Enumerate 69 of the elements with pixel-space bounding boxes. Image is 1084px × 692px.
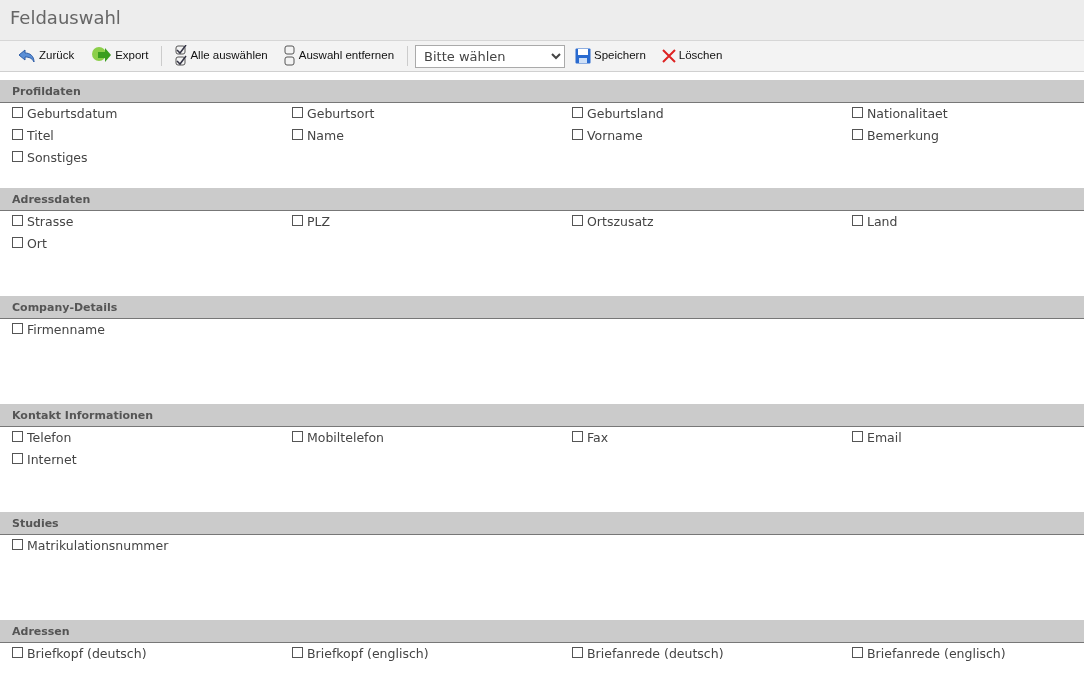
toolbar-button[interactable]: Zurück: [12, 45, 81, 67]
field-label: Geburtsort: [307, 104, 375, 123]
field-label: Geburtsdatum: [27, 104, 118, 123]
field-label: Briefanrede (deutsch): [587, 644, 724, 663]
field-label: Briefkopf (englisch): [307, 644, 429, 663]
checkbox[interactable]: [572, 128, 583, 140]
field-label: Vorname: [587, 126, 643, 145]
checklist-icon: [175, 45, 188, 67]
field-label: Strasse: [27, 212, 74, 231]
field-label: Briefanrede (englisch): [867, 644, 1006, 663]
checkbox[interactable]: [12, 646, 23, 658]
checkbox[interactable]: [12, 430, 23, 442]
field-label: Matrikulationsnummer: [27, 536, 169, 555]
field-label: Name: [307, 126, 344, 145]
checkbox[interactable]: [12, 128, 23, 140]
toolbar-button[interactable]: Löschen: [655, 45, 729, 67]
field-label: Ort: [27, 234, 47, 253]
checkbox[interactable]: [572, 430, 583, 442]
checkbox[interactable]: [852, 128, 863, 140]
field-label: Briefkopf (deutsch): [27, 644, 147, 663]
field-label: Firmenname: [27, 320, 105, 339]
checkbox[interactable]: [292, 430, 303, 442]
field-label: Fax: [587, 428, 609, 447]
checkbox[interactable]: [292, 646, 303, 658]
choice-dropdown[interactable]: Bitte wählen: [415, 44, 566, 68]
field-label: Land: [867, 212, 898, 231]
toolbar-button[interactable]: Alle auswählen: [169, 43, 274, 69]
checkbox[interactable]: [12, 106, 23, 118]
checkbox[interactable]: [572, 646, 583, 658]
save-icon: [575, 48, 592, 64]
checkbox[interactable]: [852, 646, 863, 658]
checkbox[interactable]: [292, 128, 303, 140]
arrow-icon: [18, 48, 36, 64]
checkbox[interactable]: [852, 106, 863, 118]
field-label: Nationalitaet: [867, 104, 948, 123]
field-label: Ortszusatz: [587, 212, 654, 231]
window-title: Feldauswahl: [10, 7, 122, 29]
checkbox[interactable]: [572, 214, 583, 226]
field-label: Internet: [27, 450, 77, 469]
field-label: Sonstiges: [27, 148, 88, 167]
checkbox[interactable]: [292, 106, 303, 118]
checkbox[interactable]: [852, 430, 863, 442]
checkbox[interactable]: [12, 236, 23, 248]
toolbar-button[interactable]: Speichern: [569, 45, 652, 67]
empty-list-icon: [283, 45, 296, 67]
field-label: Email: [867, 428, 902, 447]
checkbox[interactable]: [12, 538, 23, 550]
section-header: Kontakt Informationen: [0, 404, 1084, 427]
checkbox[interactable]: [572, 106, 583, 118]
toolbar-button[interactable]: Export: [84, 44, 155, 68]
checkbox[interactable]: [292, 214, 303, 226]
checkbox[interactable]: [12, 322, 23, 334]
field-label: Bemerkung: [867, 126, 939, 145]
field-label: Mobiltelefon: [307, 428, 385, 447]
section-header: Adressdaten: [0, 188, 1084, 211]
toolbar-button[interactable]: Auswahl entfernen: [277, 43, 401, 69]
close-icon: [661, 49, 676, 63]
checkbox[interactable]: [852, 214, 863, 226]
field-label: PLZ: [307, 212, 331, 231]
field-label: Geburtsland: [587, 104, 664, 123]
checkbox[interactable]: [12, 214, 23, 226]
section-header: Profildaten: [0, 80, 1084, 103]
section-header: Company-Details: [0, 296, 1084, 319]
checkbox[interactable]: [12, 150, 23, 162]
section-header: Adressen: [0, 620, 1084, 643]
field-label: Titel: [27, 126, 54, 145]
checkbox[interactable]: [12, 452, 23, 464]
section-header: Studies: [0, 512, 1084, 535]
field-label: Telefon: [27, 428, 72, 447]
